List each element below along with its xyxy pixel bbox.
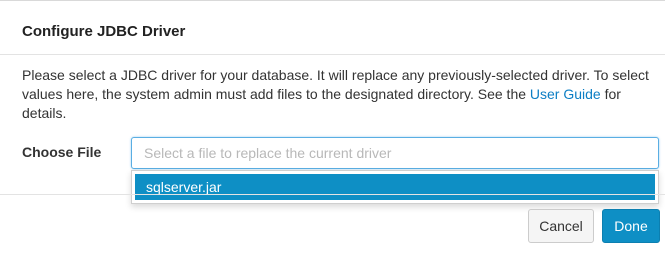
done-button[interactable]: Done — [602, 209, 660, 243]
cancel-button[interactable]: Cancel — [528, 209, 594, 243]
choose-file-label: Choose File — [22, 144, 102, 160]
dialog-top-border — [0, 0, 665, 1]
user-guide-link[interactable]: User Guide — [530, 86, 601, 102]
dropdown-option-sqlserver[interactable]: sqlserver.jar — [135, 174, 655, 200]
dialog-description: Please select a JDBC driver for your dat… — [22, 66, 662, 123]
file-select-input[interactable]: Select a file to replace the current dri… — [131, 137, 659, 169]
header-divider — [0, 54, 665, 55]
dialog-title: Configure JDBC Driver — [22, 23, 186, 40]
footer-divider — [0, 194, 665, 195]
file-dropdown-menu: sqlserver.jar — [131, 170, 659, 204]
